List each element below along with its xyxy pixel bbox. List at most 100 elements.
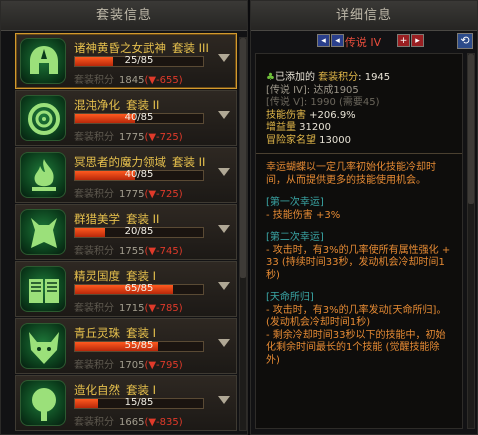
set-progress-bar: 40/85	[74, 112, 204, 124]
set-score-delta: (▼-745)	[144, 246, 183, 257]
stat-row: 技能伤害 +206.9%	[266, 110, 452, 123]
set-level: 套装 III	[172, 41, 209, 55]
lucky2-title: [第二次幸运]	[266, 232, 324, 243]
set-score-label: 套装积分	[74, 303, 114, 314]
set-score-label: 套装积分	[74, 246, 114, 257]
fox-icon	[20, 323, 66, 369]
lucky1-title: [第一次幸运]	[266, 197, 324, 208]
added-prefix: 已添加的	[274, 72, 315, 83]
set-name-text: 精灵国度	[74, 269, 120, 283]
set-score-row: 套装积分 1705(▼-795)	[74, 356, 183, 371]
set-progress-bar: 25/85	[74, 55, 204, 67]
set-name: 群猎美学 套装 II	[74, 211, 159, 227]
book-icon	[20, 266, 66, 312]
helmet-icon	[20, 38, 66, 84]
set-score-row: 套装积分 1775(▼-725)	[74, 128, 183, 143]
set-score-delta: (▼-655)	[144, 75, 183, 86]
set-list-scroll-thumb[interactable]	[240, 38, 246, 278]
set-list-item[interactable]: 造化自然 套装 I 15/85 套装积分 1665(▼-835)	[15, 375, 237, 431]
set-list-item[interactable]: 青丘灵珠 套装 I 55/85 套装积分 1705(▼-795)	[15, 318, 237, 374]
set-name-text: 冥思者的魔力领域	[74, 155, 166, 169]
set-list-item[interactable]: 精灵国度 套装 I 65/85 套装积分 1715(▼-785)	[15, 261, 237, 317]
stat-value: 31200	[296, 122, 331, 133]
expand-caret-icon[interactable]	[218, 282, 230, 290]
set-score: 1715	[119, 303, 145, 314]
expand-caret-icon[interactable]	[218, 111, 230, 119]
clover-icon: ♣	[266, 72, 275, 83]
set-name: 青丘灵珠 套装 I	[74, 325, 156, 341]
expand-caret-icon[interactable]	[218, 396, 230, 404]
expand-caret-icon[interactable]	[218, 225, 230, 233]
set-score: 1705	[119, 360, 145, 371]
tier-navigation: ◂ ◂ 传说 IV + ▸ ⟲	[251, 31, 477, 51]
set-score-label: 套装积分	[74, 360, 114, 371]
set-list-scrollbar[interactable]	[239, 37, 247, 431]
set-progress-text: 65/85	[124, 283, 154, 294]
stat-row: 冒险家名望 13000	[266, 135, 452, 148]
expand-caret-icon[interactable]	[218, 339, 230, 347]
detail-scrollbar[interactable]	[467, 53, 475, 429]
last-tier-button[interactable]: ▸	[411, 34, 424, 47]
set-level: 套装 I	[126, 326, 157, 340]
fate-text-1: - 攻击时，有3%的几率发动[天命所归]。(发动机会冷却时间1秒)	[266, 304, 447, 329]
set-list-item[interactable]: 诸神黄昏之女武神 套装 III 25/85 套装积分 1845(▼-655)	[15, 33, 237, 89]
detail-scroll-thumb[interactable]	[468, 54, 474, 204]
set-description: 幸运蝴蝶以一定几率初始化技能冷却时间，从而提供更多的技能使用机会。	[266, 162, 436, 186]
set-score-label: 套装积分	[74, 75, 114, 86]
detail-header: 详细信息	[251, 1, 477, 31]
spiral-icon	[20, 95, 66, 141]
set-progress-text: 20/85	[124, 226, 154, 237]
fate-text-2: - 剩余冷却时间33秒以下的技能中，初始化剩余时间最长的1个技能 (觉醒技能除外…	[266, 329, 446, 366]
legend-v-tag: [传说 V]	[266, 97, 304, 108]
set-score-label: 套装积分	[74, 132, 114, 143]
legend-iv-status: : 达成1905	[306, 84, 359, 96]
set-score-label: 套装积分	[318, 72, 359, 83]
flame-icon	[20, 152, 66, 198]
set-list: 诸神黄昏之女武神 套装 III 25/85 套装积分 1845(▼-655) 混沌净化 套装…	[15, 33, 237, 432]
detail-content: ♣已添加的 套装积分: 1945 [传说 IV]: 达成1905 [传说 V]:…	[255, 53, 463, 429]
set-name-text: 造化自然	[74, 383, 120, 397]
detail-panel: 详细信息 ◂ ◂ 传说 IV + ▸ ⟲ ♣已添加的 套装积分: 1945 [传…	[250, 0, 478, 435]
set-progress-bar: 15/85	[74, 397, 204, 409]
legend-iv-tag: [传说 IV]	[266, 84, 307, 96]
set-score-delta: (▼-795)	[144, 360, 183, 371]
tree-icon	[20, 380, 66, 426]
set-score-delta: (▼-725)	[144, 189, 183, 200]
prev-tier-button[interactable]: ◂	[317, 34, 330, 47]
set-progress-bar: 65/85	[74, 283, 204, 295]
wolf-icon	[20, 209, 66, 255]
legend-v-status: : 1990 (需要45)	[303, 97, 380, 108]
set-name-text: 诸神黄昏之女武神	[74, 41, 166, 55]
set-progress-bar: 20/85	[74, 226, 204, 238]
set-name-text: 青丘灵珠	[74, 326, 120, 340]
set-progress-bar: 40/85	[74, 169, 204, 181]
lucky1-text: - 技能伤害 +3%	[266, 209, 341, 221]
fate-title: [天命所归]	[266, 292, 314, 303]
stat-label: 增益量	[266, 122, 296, 133]
expand-caret-icon[interactable]	[218, 54, 230, 62]
set-score: 1845	[119, 75, 145, 86]
set-name-text: 混沌净化	[74, 98, 120, 112]
set-list-item[interactable]: 冥思者的魔力领域 套装 II 40/85 套装积分 1775(▼-725)	[15, 147, 237, 203]
tier-label: 传说 IV	[344, 36, 382, 49]
set-score-row: 套装积分 1755(▼-745)	[74, 242, 183, 257]
set-list-item[interactable]: 群猎美学 套装 II 20/85 套装积分 1755(▼-745)	[15, 204, 237, 260]
set-progress-text: 25/85	[124, 55, 154, 66]
set-level: 套装 II	[126, 98, 160, 112]
set-progress-text: 55/85	[124, 340, 154, 351]
set-score-row: 套装积分 1775(▼-725)	[74, 185, 183, 200]
set-score: 1775	[119, 189, 145, 200]
set-name: 混沌净化 套装 II	[74, 97, 159, 113]
set-progress-text: 15/85	[124, 397, 154, 408]
set-level: 套装 I	[126, 269, 157, 283]
set-list-item[interactable]: 混沌净化 套装 II 40/85 套装积分 1775(▼-725)	[15, 90, 237, 146]
set-score-label: 套装积分	[74, 417, 114, 428]
set-info-header: 套装信息	[1, 1, 247, 31]
refresh-button[interactable]: ⟲	[457, 33, 473, 49]
set-score-delta: (▼-835)	[144, 417, 183, 428]
expand-caret-icon[interactable]	[218, 168, 230, 176]
next-tier-button[interactable]: +	[397, 34, 410, 47]
set-name: 冥思者的魔力领域 套装 II	[74, 154, 205, 170]
set-name: 精灵国度 套装 I	[74, 268, 156, 284]
set-score-value: : 1945	[358, 72, 391, 83]
